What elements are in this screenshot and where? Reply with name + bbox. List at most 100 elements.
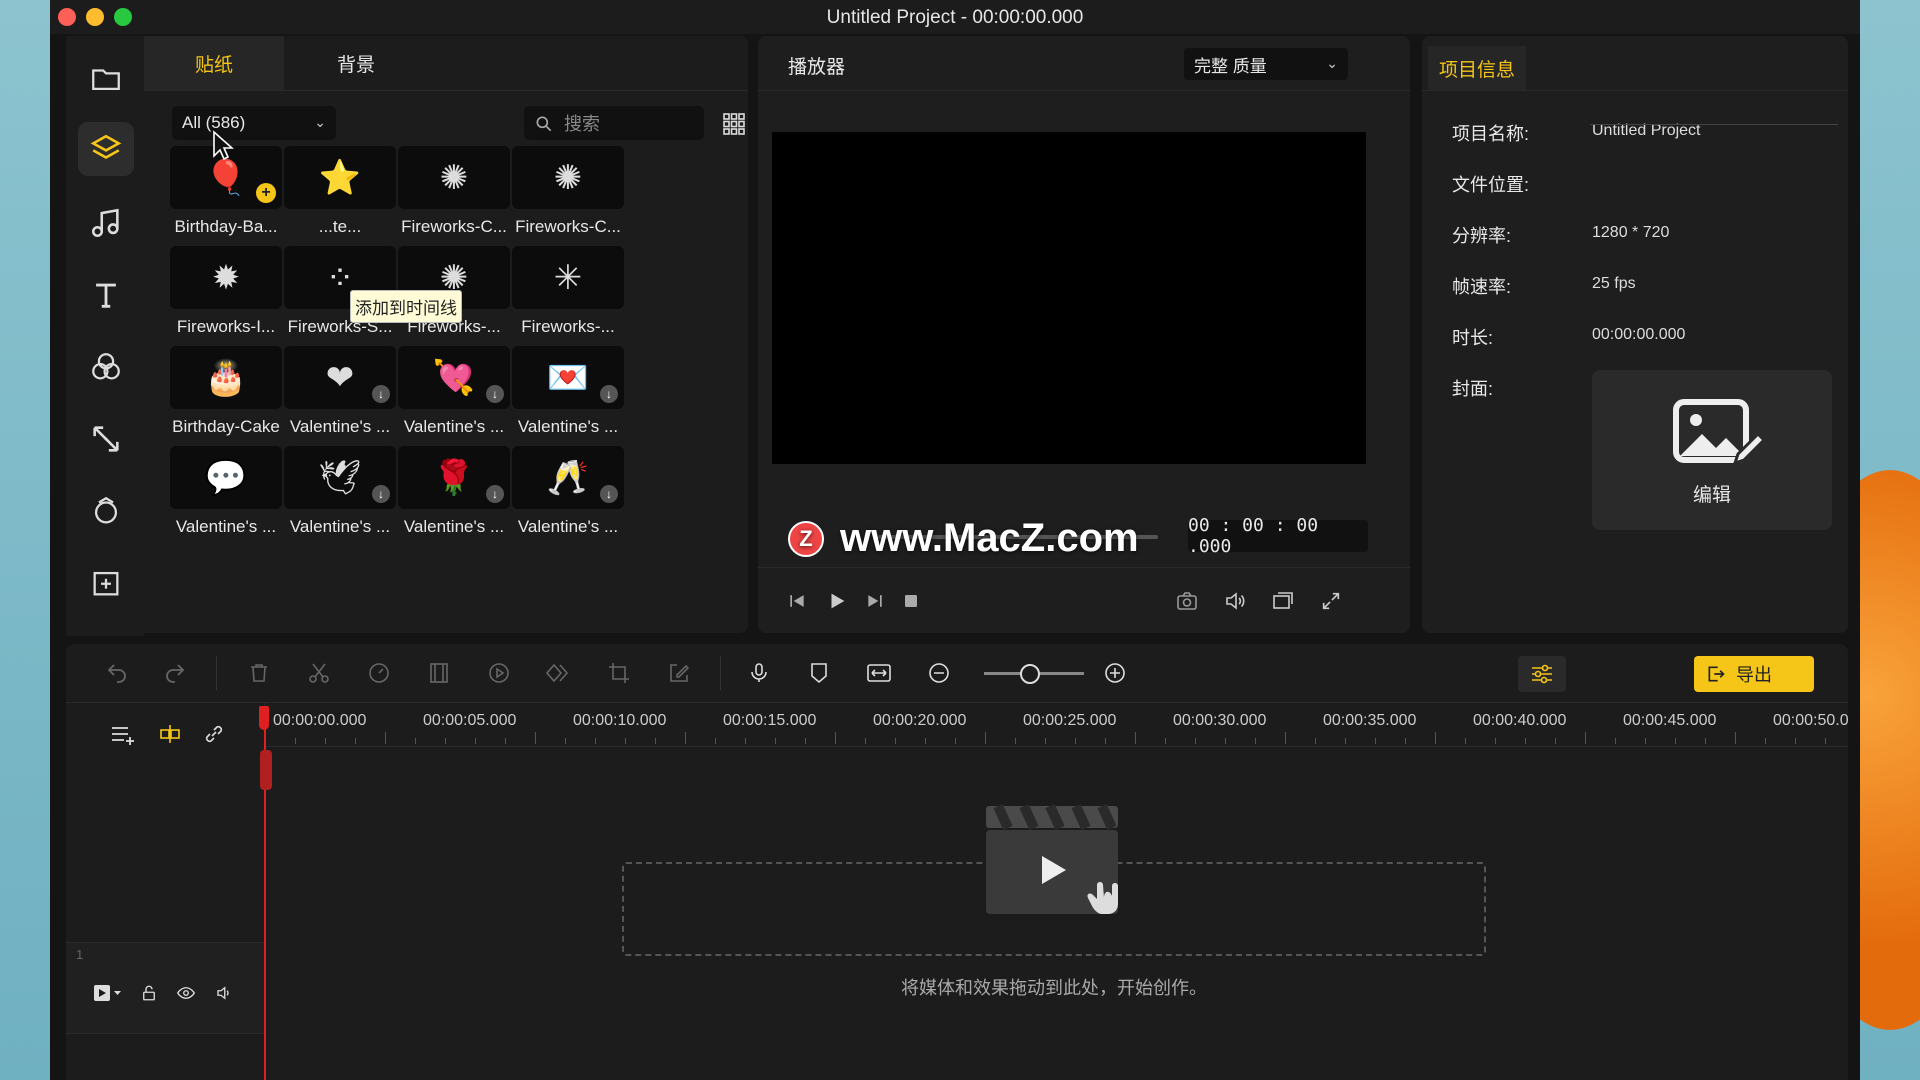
snapshot-button[interactable] [1174,588,1200,614]
keyframe-button[interactable] [544,658,574,688]
scissors-icon [309,663,329,683]
frame-icon [430,663,448,683]
grid-view-icon[interactable] [722,112,746,136]
tab-project-info[interactable]: 项目信息 [1428,46,1526,90]
ruler-tick [295,738,296,744]
download-icon[interactable]: ↓ [372,485,390,503]
sidebar-item-audio[interactable] [78,196,134,250]
sidebar-item-stickers[interactable] [78,122,134,176]
sticker-item[interactable]: ⭐ ...te... [284,146,396,237]
sidebar-item-more[interactable] [78,556,134,610]
split-button[interactable] [304,658,334,688]
sticker-item[interactable]: 💘 ↓ Valentine's ... [398,346,510,437]
eye-icon[interactable] [176,984,196,1002]
fit-timeline-button[interactable] [864,658,894,688]
play-button[interactable] [824,588,850,614]
playhead-handle[interactable] [260,750,272,790]
sticker-thumbnail[interactable]: ✳ [512,246,624,309]
sticker-item[interactable]: 💬 Valentine's ... [170,446,282,537]
zoom-out-button[interactable] [924,658,954,688]
sticker-thumbnail[interactable]: ✹ [170,246,282,309]
sticker-thumbnail[interactable]: ✺ [512,146,624,209]
sticker-name: Fireworks-... [521,317,615,336]
timeline-ruler[interactable]: 00:00:00.000 00:00:05.000 00:00:10.000 00:0… [265,702,1848,747]
redo-button[interactable] [160,658,190,688]
volume-button[interactable] [1222,588,1248,614]
download-icon[interactable]: ↓ [600,485,618,503]
timeline-settings-button[interactable] [1518,656,1566,692]
ruler-tick [865,738,866,744]
ruler-tick [1465,738,1466,744]
sticker-thumbnail[interactable]: 💌 ↓ [512,346,624,409]
download-icon[interactable]: ↓ [486,385,504,403]
sidebar-item-filters[interactable] [78,484,134,538]
ruler-time-label: 00:00:15.000 [723,712,817,729]
reverse-button[interactable] [484,658,514,688]
next-frame-button[interactable] [862,588,888,614]
sticker-item[interactable]: ✺ Fireworks-C... [512,146,624,237]
sticker-thumbnail[interactable]: 🕊 ↓ [284,446,396,509]
sidebar-item-effects[interactable] [78,340,134,394]
add-to-timeline-tooltip: 添加到时间线 [350,290,462,323]
sticker-name: ...te... [318,217,362,236]
sticker-preview: ✺ [439,158,469,197]
sticker-thumbnail[interactable]: ✺ [398,146,510,209]
snap-icon[interactable] [158,722,182,746]
sticker-name: Birthday-Ba... [174,217,278,236]
speaker-icon[interactable] [214,984,234,1002]
link-icon[interactable] [202,722,226,746]
crop-button[interactable] [604,658,634,688]
sticker-thumbnail[interactable]: 💬 [170,446,282,509]
quality-dropdown[interactable]: 完整 质量 ⌄ [1184,48,1348,80]
lock-icon[interactable] [140,983,158,1003]
download-icon[interactable]: ↓ [600,385,618,403]
sidebar-item-media[interactable] [78,52,134,106]
sticker-thumbnail[interactable]: 🎂 [170,346,282,409]
video-track-icon[interactable] [94,984,122,1002]
speed-icon [369,663,389,683]
sticker-thumbnail[interactable]: 🌹 ↓ [398,446,510,509]
sticker-thumbnail[interactable]: ❤ ↓ [284,346,396,409]
export-button[interactable]: 导出 [1694,656,1814,692]
download-icon[interactable]: ↓ [486,485,504,503]
zoom-slider-handle[interactable] [1020,664,1040,684]
marker-button[interactable] [804,658,834,688]
delete-button[interactable] [244,658,274,688]
search-input[interactable]: 搜索 [524,106,704,140]
zoom-in-button[interactable] [1100,658,1130,688]
stop-button[interactable] [898,588,924,614]
edit-button[interactable] [664,658,694,688]
sticker-thumbnail[interactable]: 🥂 ↓ [512,446,624,509]
sticker-item[interactable]: 💌 ↓ Valentine's ... [512,346,624,437]
fullscreen-button[interactable] [1318,588,1344,614]
tab-stickers[interactable]: 贴纸 [144,36,284,90]
add-to-timeline-icon[interactable]: + [256,183,276,203]
undo-button[interactable] [102,658,132,688]
sticker-item[interactable]: 🌹 ↓ Valentine's ... [398,446,510,537]
sidebar-item-text[interactable] [78,268,134,322]
sticker-item[interactable]: ✺ Fireworks-C... [398,146,510,237]
track-number: 1 [76,947,84,962]
playhead-head[interactable] [259,706,269,730]
sticker-thumbnail[interactable]: 💘 ↓ [398,346,510,409]
freeze-frame-button[interactable] [424,658,454,688]
sticker-item[interactable]: 🥂 ↓ Valentine's ... [512,446,624,537]
sidebar-item-transitions[interactable] [78,412,134,466]
ruler-tick [805,738,806,744]
ruler-time-label: 00:00:00.000 [273,712,367,729]
sticker-item[interactable]: ✳ Fireworks-... [512,246,624,337]
download-icon[interactable]: ↓ [372,385,390,403]
record-voice-button[interactable] [744,658,774,688]
tab-backgrounds[interactable]: 背景 [286,36,426,90]
prev-frame-button[interactable] [784,588,810,614]
sticker-item[interactable]: 🕊 ↓ Valentine's ... [284,446,396,537]
sticker-item[interactable]: ✹ Fireworks-I... [170,246,282,337]
category-dropdown[interactable]: All (586) ⌄ [172,106,336,140]
cover-edit-button[interactable]: 编辑 [1592,370,1832,530]
sticker-thumbnail[interactable]: ⭐ [284,146,396,209]
sticker-item[interactable]: 🎂 Birthday-Cake [170,346,282,437]
sticker-item[interactable]: ❤ ↓ Valentine's ... [284,346,396,437]
aspect-ratio-button[interactable] [1270,588,1296,614]
speed-button[interactable] [364,658,394,688]
add-track-icon[interactable] [110,722,138,746]
